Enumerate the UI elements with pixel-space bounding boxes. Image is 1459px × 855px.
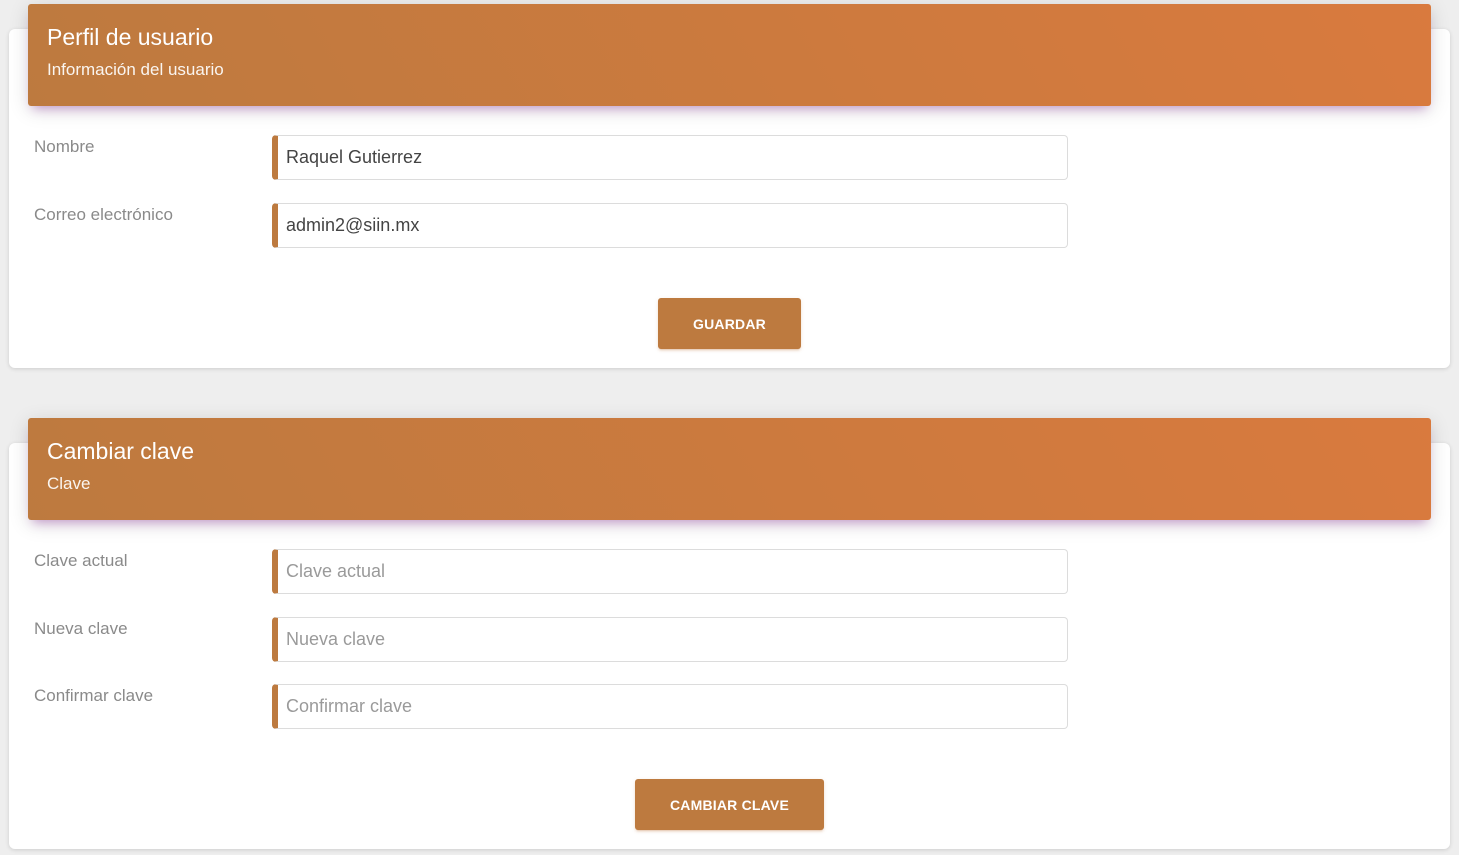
email-label: Correo electrónico [34,205,173,224]
name-field[interactable] [272,135,1068,180]
password-card-subtitle: Clave [47,474,91,493]
profile-card-subtitle: Información del usuario [47,60,224,79]
save-button[interactable]: GUARDAR [658,298,801,349]
password-card-header: Cambiar clave Clave [28,418,1431,520]
current-password-field[interactable] [272,549,1068,594]
confirm-password-field[interactable] [272,684,1068,729]
profile-card-header: Perfil de usuario Información del usuari… [28,4,1431,106]
password-card: Cambiar clave Clave Clave actual Nueva c… [9,418,1450,849]
confirm-password-label: Confirmar clave [34,686,154,705]
new-password-field[interactable] [272,617,1068,662]
current-password-label: Clave actual [34,551,128,570]
password-card-title: Cambiar clave [47,438,194,464]
profile-card-title: Perfil de usuario [47,24,214,50]
name-label: Nombre [34,137,95,156]
profile-card: Perfil de usuario Información del usuari… [9,4,1450,368]
email-field[interactable] [272,203,1068,248]
change-password-button[interactable]: CAMBIAR CLAVE [635,779,824,830]
new-password-label: Nueva clave [34,619,128,638]
